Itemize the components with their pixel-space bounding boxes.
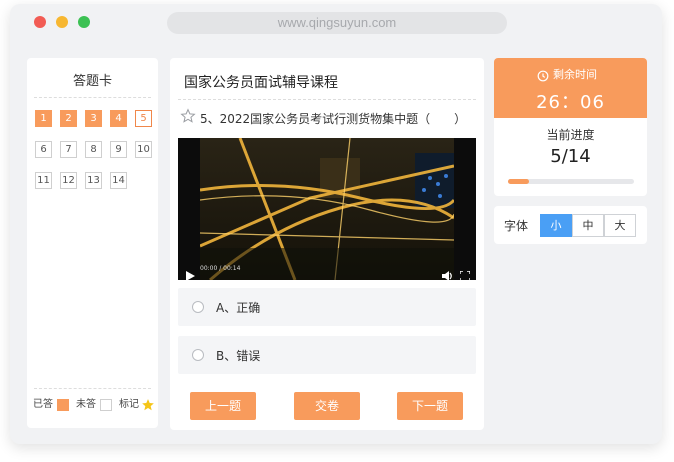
question-number-button[interactable]: 5 bbox=[135, 110, 152, 127]
clock-icon bbox=[537, 67, 549, 82]
legend-answered-label: 已答 bbox=[33, 399, 53, 410]
divider bbox=[178, 99, 476, 100]
progress-bar-fill bbox=[508, 179, 530, 184]
legend-unanswered-label: 未答 bbox=[76, 399, 96, 410]
question-number-button[interactable]: 8 bbox=[85, 141, 102, 158]
font-size-large-button[interactable]: 大 bbox=[604, 214, 636, 237]
question-number-button[interactable]: 12 bbox=[60, 172, 77, 189]
option-label: B、错误 bbox=[216, 349, 261, 363]
question-number-button[interactable]: 6 bbox=[35, 141, 52, 158]
question-number-button[interactable]: 11 bbox=[35, 172, 52, 189]
question-number-button[interactable]: 1 bbox=[35, 110, 52, 127]
address-bar[interactable]: www.qingsuyun.com bbox=[167, 12, 507, 34]
close-window-button[interactable] bbox=[34, 16, 46, 28]
submit-exam-button[interactable]: 交卷 bbox=[294, 392, 360, 420]
video-frame-image bbox=[200, 138, 454, 280]
radio-icon[interactable] bbox=[192, 349, 204, 361]
progress-label: 当前进度 bbox=[546, 128, 595, 142]
video-player[interactable]: 00:00 / 00:14 bbox=[178, 138, 476, 280]
star-icon bbox=[141, 397, 155, 411]
font-size-medium-button[interactable]: 中 bbox=[572, 214, 604, 237]
next-question-button[interactable]: 下一题 bbox=[397, 392, 463, 420]
window-titlebar: www.qingsuyun.com bbox=[10, 4, 662, 42]
legend-unanswered-swatch bbox=[100, 399, 112, 411]
font-size-small-button[interactable]: 小 bbox=[540, 214, 572, 237]
progress-bar bbox=[508, 179, 634, 184]
radio-icon[interactable] bbox=[192, 301, 204, 313]
remaining-time-label: 剩余时间 bbox=[553, 68, 597, 81]
question-text: 5、2022国家公务员考试行测货物集中题（ ） bbox=[200, 112, 467, 126]
video-time: 00:00 / 00:14 bbox=[200, 265, 241, 272]
volume-icon[interactable] bbox=[442, 266, 453, 280]
video-controls: 00:00 / 00:14 bbox=[178, 262, 476, 280]
font-size-panel: 字体 小 中 大 bbox=[494, 206, 647, 244]
option-a[interactable]: A、正确 bbox=[178, 288, 476, 326]
fullscreen-icon[interactable] bbox=[459, 266, 471, 280]
remaining-time-value: 26：06 bbox=[536, 92, 605, 113]
browser-window: www.qingsuyun.com 答题卡 1 2 3 4 5 6 7 8 9 10 11 12 13 1… bbox=[10, 4, 662, 444]
divider bbox=[34, 97, 151, 98]
maximize-window-button[interactable] bbox=[78, 16, 90, 28]
question-number-button[interactable]: 3 bbox=[85, 110, 102, 127]
answer-card-title: 答题卡 bbox=[72, 74, 112, 89]
timer-header: 剩余时间 26：06 bbox=[494, 58, 647, 118]
minimize-window-button[interactable] bbox=[56, 16, 68, 28]
question-number-button[interactable]: 7 bbox=[60, 141, 77, 158]
question-number-button[interactable]: 2 bbox=[60, 110, 77, 127]
progress-value: 5/14 bbox=[550, 146, 591, 167]
legend-answered-swatch bbox=[57, 399, 69, 411]
prev-question-button[interactable]: 上一题 bbox=[190, 392, 256, 420]
divider bbox=[34, 388, 151, 389]
play-icon[interactable] bbox=[186, 266, 195, 280]
answer-card-panel: 答题卡 1 2 3 4 5 6 7 8 9 10 11 12 13 14 已答 未答 标记 bbox=[27, 58, 158, 428]
bookmark-star-icon[interactable] bbox=[180, 108, 196, 124]
course-title: 国家公务员面试辅导课程 bbox=[184, 75, 338, 91]
question-number-button[interactable]: 13 bbox=[85, 172, 102, 189]
option-label: A、正确 bbox=[216, 301, 261, 315]
option-b[interactable]: B、错误 bbox=[178, 336, 476, 374]
question-number-button[interactable]: 10 bbox=[135, 141, 152, 158]
timer-panel: 剩余时间 26：06 当前进度 5/14 bbox=[494, 58, 647, 196]
font-size-label: 字体 bbox=[504, 219, 529, 233]
question-panel: 国家公务员面试辅导课程 5、2022国家公务员考试行测货物集中题（ ） 00:0… bbox=[170, 58, 484, 430]
question-number-button[interactable]: 9 bbox=[110, 141, 127, 158]
question-number-button[interactable]: 4 bbox=[110, 110, 127, 127]
legend-marked-label: 标记 bbox=[119, 399, 139, 410]
question-number-button[interactable]: 14 bbox=[110, 172, 127, 189]
